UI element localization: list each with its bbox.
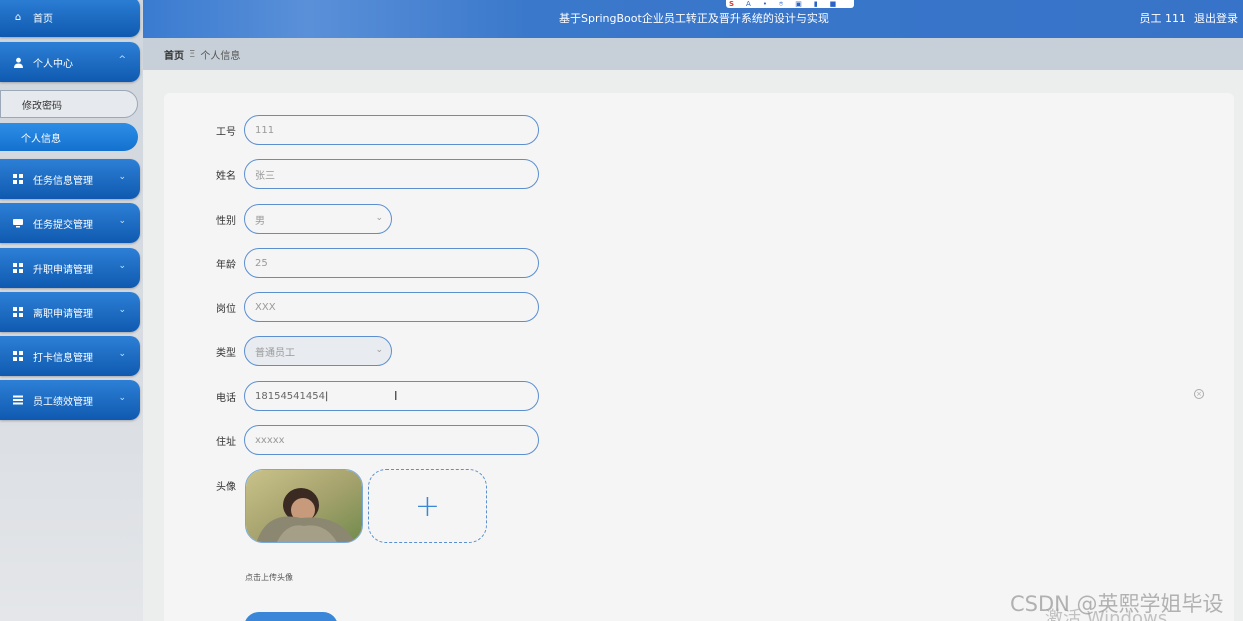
- sidebar-item-label: 离职申请管理: [33, 308, 93, 320]
- sidebar: ⌂ 首页 个人中心 ^ 修改密码 个人信息 任务信息管理 ⌄ 任务提交管理 ⌄ …: [0, 0, 143, 621]
- dot-icon[interactable]: •: [763, 0, 767, 8]
- text-cursor-icon: I: [394, 389, 398, 403]
- chevron-down-icon: ⌄: [118, 172, 126, 182]
- top-header: 基于SpringBoot企业员工转正及晋升系统的设计与实现 员工 111 退出登…: [143, 0, 1243, 38]
- chevron-up-icon: ^: [118, 55, 126, 65]
- gender-label: 性别: [216, 215, 236, 227]
- upload-tip: 点击上传头像: [245, 573, 293, 582]
- chevron-down-icon: ⌄: [118, 393, 126, 403]
- submit-button[interactable]: [244, 612, 338, 621]
- chevron-down-icon: ⌄: [118, 349, 126, 359]
- chevron-down-icon: ⌄: [118, 305, 126, 315]
- form-row-phone: 电话 18154541454 |: [216, 381, 539, 411]
- chevron-down-icon: ⌄: [375, 345, 383, 355]
- avatar-label: 头像: [216, 482, 236, 493]
- emp-no-input[interactable]: 111: [244, 115, 539, 145]
- breadcrumb-home[interactable]: 首页: [164, 47, 184, 62]
- screen-icon[interactable]: ▣: [795, 0, 802, 8]
- clip-icon[interactable]: ▮: [814, 0, 818, 8]
- grid-icon: [12, 306, 24, 318]
- sidebar-subitem-label: 个人信息: [21, 133, 61, 145]
- sidebar-subitem-personal-info[interactable]: 个人信息: [0, 123, 138, 151]
- monitor-icon: [12, 217, 24, 229]
- type-label: 类型: [216, 347, 236, 359]
- gender-value: 男: [255, 215, 265, 227]
- type-select[interactable]: 普通员工 ⌄: [244, 336, 392, 366]
- sidebar-item-task-info[interactable]: 任务信息管理 ⌄: [0, 159, 140, 199]
- phone-input[interactable]: 18154541454 |: [244, 381, 539, 411]
- sidebar-item-label: 个人中心: [33, 58, 73, 70]
- sogou-icon[interactable]: S: [729, 0, 734, 8]
- mic-icon[interactable]: ⌾: [779, 0, 783, 8]
- address-input[interactable]: xxxxx: [244, 425, 539, 455]
- sidebar-item-task-submit[interactable]: 任务提交管理 ⌄: [0, 203, 140, 243]
- sidebar-subitem-label: 修改密码: [22, 100, 62, 112]
- form-row-age: 年龄 25: [216, 248, 539, 278]
- sidebar-item-home[interactable]: ⌂ 首页: [0, 0, 140, 37]
- chevron-down-icon: ⌄: [118, 261, 126, 271]
- sidebar-item-label: 任务提交管理: [33, 219, 93, 231]
- form-row-name: 姓名 张三: [216, 159, 539, 189]
- sidebar-item-promotion[interactable]: 升职申请管理 ⌄: [0, 248, 140, 288]
- type-value: 普通员工: [255, 347, 295, 359]
- position-label: 岗位: [216, 303, 236, 315]
- user-area: 员工 111 退出登录: [1140, 10, 1239, 26]
- breadcrumb-separator: Ξ: [189, 48, 196, 60]
- chevron-down-icon: ⌄: [375, 213, 383, 223]
- grid-icon: [12, 262, 24, 274]
- app-title: 基于SpringBoot企业员工转正及晋升系统的设计与实现: [559, 12, 829, 25]
- clear-icon[interactable]: ×: [1194, 389, 1204, 399]
- sidebar-item-label: 升职申请管理: [33, 264, 93, 276]
- grid-icon: [12, 350, 24, 362]
- name-input[interactable]: 张三: [244, 159, 539, 189]
- plus-icon: +: [414, 488, 441, 524]
- phone-label: 电话: [216, 392, 236, 404]
- emp-no-label: 工号: [216, 126, 236, 138]
- user-icon: [12, 56, 24, 68]
- form-row-address: 住址 xxxxx: [216, 425, 539, 455]
- sidebar-subitem-change-password[interactable]: 修改密码: [0, 90, 138, 118]
- sidebar-item-resignation[interactable]: 离职申请管理 ⌄: [0, 292, 140, 332]
- phone-value: 18154541454: [255, 390, 325, 402]
- age-input[interactable]: 25: [244, 248, 539, 278]
- avatar-image[interactable]: [245, 469, 363, 543]
- form-row-emp-no: 工号 111: [216, 115, 539, 145]
- chevron-down-icon: ⌄: [118, 216, 126, 226]
- age-label: 年龄: [216, 259, 236, 271]
- font-icon[interactable]: A: [746, 0, 751, 8]
- logout-link[interactable]: 退出登录: [1194, 10, 1238, 26]
- position-input[interactable]: XXX: [244, 292, 539, 322]
- sidebar-item-attendance[interactable]: 打卡信息管理 ⌄: [0, 336, 140, 376]
- browser-extension-toolbar: S A • ⌾ ▣ ▮ ■: [726, 0, 854, 8]
- sidebar-item-performance[interactable]: 员工绩效管理 ⌄: [0, 380, 140, 420]
- sidebar-item-label: 任务信息管理: [33, 175, 93, 187]
- sidebar-item-label: 首页: [33, 13, 53, 25]
- address-label: 住址: [216, 436, 236, 448]
- home-icon: ⌂: [14, 11, 22, 23]
- apps-icon[interactable]: ■: [830, 0, 837, 8]
- sidebar-item-label: 打卡信息管理: [33, 352, 93, 364]
- form-row-gender: 性别 男 ⌄: [216, 204, 392, 234]
- sidebar-item-personal-center[interactable]: 个人中心 ^: [0, 42, 140, 82]
- form-row-type: 类型 普通员工 ⌄: [216, 336, 392, 366]
- gender-select[interactable]: 男 ⌄: [244, 204, 392, 234]
- list-icon: [12, 394, 24, 406]
- name-label: 姓名: [216, 170, 236, 182]
- windows-activation-watermark: 激活 Windows: [1045, 608, 1168, 621]
- current-user-label: 员工 111: [1139, 12, 1187, 25]
- upload-avatar-button[interactable]: +: [368, 469, 487, 543]
- grid-icon: [12, 173, 24, 185]
- breadcrumb: 首页 Ξ 个人信息: [143, 38, 1243, 70]
- form-row-position: 岗位 XXX: [216, 292, 539, 322]
- breadcrumb-current: 个人信息: [200, 50, 241, 62]
- sidebar-item-label: 员工绩效管理: [33, 396, 93, 408]
